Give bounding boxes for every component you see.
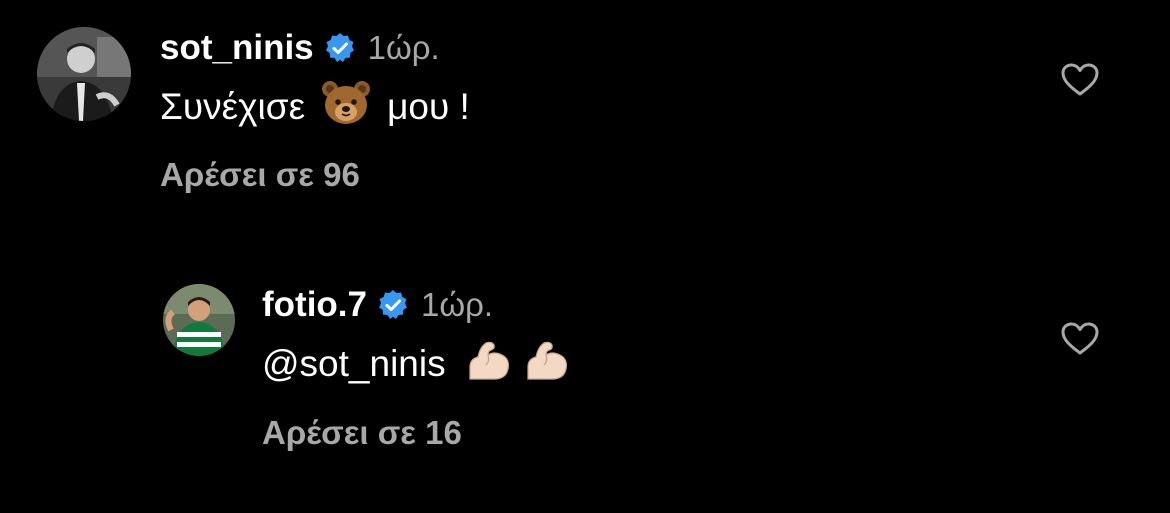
avatar-fotio-7[interactable] <box>163 284 235 356</box>
comment-header: fotio.7 1ώρ. <box>262 284 493 326</box>
flexed-biceps-icon <box>464 337 514 392</box>
comment-header: sot_ninis 1ώρ. <box>160 27 440 69</box>
mention-link[interactable]: @sot_ninis <box>262 343 446 385</box>
flexed-biceps-icon <box>522 337 572 392</box>
like-heart-icon[interactable] <box>1061 322 1099 356</box>
verified-badge-icon <box>324 32 356 64</box>
comment-fotio-7: fotio.7 1ώρ. @sot_ninis Αρέσει σε 16 <box>0 260 1170 490</box>
comment-text-part: Συνέχισε <box>160 86 306 127</box>
comment-text: Συνέχισε μου ! <box>160 80 470 135</box>
username[interactable]: sot_ninis <box>160 28 314 68</box>
timestamp: 1ώρ. <box>367 29 440 66</box>
comment-text-part: μου ! <box>387 86 470 127</box>
timestamp: 1ώρ. <box>420 286 494 323</box>
comment-text: @sot_ninis <box>262 339 572 389</box>
like-heart-icon[interactable] <box>1061 63 1099 97</box>
username[interactable]: fotio.7 <box>262 285 367 325</box>
comment-sot-ninis: sot_ninis 1ώρ. Συνέχισε μου ! Αρέσει σε … <box>0 0 1170 230</box>
avatar-photo <box>163 284 235 356</box>
likes-count[interactable]: Αρέσει σε 16 <box>262 414 462 452</box>
avatar-sot-ninis[interactable] <box>37 27 131 121</box>
bear-face-icon <box>321 80 371 135</box>
verified-badge-icon <box>377 289 409 321</box>
avatar-photo <box>37 27 131 121</box>
likes-count[interactable]: Αρέσει σε 96 <box>160 156 360 194</box>
